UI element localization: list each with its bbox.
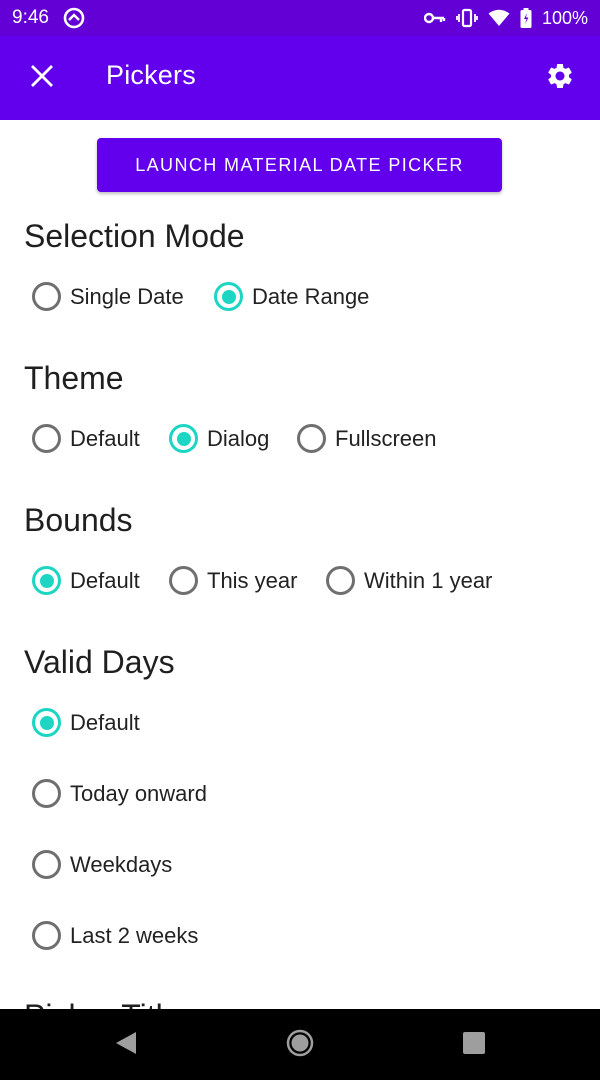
vpn-key-icon xyxy=(423,11,446,25)
radio-label: Last 2 weeks xyxy=(70,922,199,948)
radio-label: Default xyxy=(70,425,140,451)
launch-date-picker-button[interactable]: LAUNCH MATERIAL DATE PICKER xyxy=(97,138,502,192)
radio-bounds-within-1-year[interactable]: Within 1 year xyxy=(326,566,492,595)
radio-bounds-this-year[interactable]: This year xyxy=(169,566,297,595)
section-title-valid-days: Valid Days xyxy=(24,644,175,680)
radio-valid-days-weekdays[interactable]: Weekdays xyxy=(32,850,172,879)
radio-button-checked-icon xyxy=(32,708,61,737)
gear-icon xyxy=(545,61,575,96)
battery-icon xyxy=(520,8,532,28)
radio-button-icon xyxy=(32,779,61,808)
close-icon xyxy=(31,64,53,92)
back-triangle-icon xyxy=(114,1030,138,1061)
radio-label: Default xyxy=(70,709,140,735)
settings-button[interactable] xyxy=(540,58,580,98)
radio-button-icon xyxy=(169,566,198,595)
home-button[interactable] xyxy=(286,1029,314,1062)
page-title: Pickers xyxy=(106,60,196,90)
radio-valid-days-today-onward[interactable]: Today onward xyxy=(32,779,207,808)
radio-label: Fullscreen xyxy=(335,425,437,451)
radio-label: Today onward xyxy=(70,780,207,806)
do-not-disturb-icon xyxy=(63,7,85,29)
radio-valid-days-last-2-weeks[interactable]: Last 2 weeks xyxy=(32,921,198,950)
section-title-theme: Theme xyxy=(24,360,124,396)
battery-percent: 100% xyxy=(541,7,588,28)
radio-label: Default xyxy=(70,567,140,593)
status-bar: 9:46 100% xyxy=(0,0,600,36)
recents-button[interactable] xyxy=(460,1031,488,1059)
radio-theme-dialog[interactable]: Dialog xyxy=(169,424,269,453)
radio-date-range[interactable]: Date Range xyxy=(214,282,369,311)
radio-label: Within 1 year xyxy=(364,567,493,593)
radio-button-checked-icon xyxy=(169,424,198,453)
radio-button-icon xyxy=(32,850,61,879)
section-title-bounds: Bounds xyxy=(24,502,133,538)
radio-label: This year xyxy=(207,567,298,593)
radio-valid-days-default[interactable]: Default xyxy=(32,708,140,737)
radio-single-date[interactable]: Single Date xyxy=(32,282,184,311)
radio-button-icon xyxy=(32,424,61,453)
wifi-icon xyxy=(488,9,510,27)
radio-button-checked-icon xyxy=(214,282,243,311)
status-time: 9:46 xyxy=(12,7,49,28)
recents-square-icon xyxy=(462,1031,486,1060)
back-button[interactable] xyxy=(112,1031,140,1059)
radio-button-icon xyxy=(297,424,326,453)
radio-button-icon xyxy=(32,282,61,311)
radio-label: Single Date xyxy=(70,283,184,309)
system-navigation-bar xyxy=(0,1009,600,1080)
section-title-selection-mode: Selection Mode xyxy=(24,218,245,254)
radio-label: Dialog xyxy=(207,425,270,451)
radio-bounds-default[interactable]: Default xyxy=(32,566,140,595)
radio-button-checked-icon xyxy=(32,566,61,595)
radio-button-icon xyxy=(32,921,61,950)
close-button[interactable] xyxy=(24,60,60,96)
radio-label: Weekdays xyxy=(70,851,173,877)
vibrate-icon xyxy=(456,8,478,28)
radio-theme-fullscreen[interactable]: Fullscreen xyxy=(297,424,436,453)
radio-theme-default[interactable]: Default xyxy=(32,424,140,453)
home-circle-icon xyxy=(286,1029,314,1062)
status-icons: 100% xyxy=(423,7,588,29)
radio-button-icon xyxy=(326,566,355,595)
radio-label: Date Range xyxy=(252,283,370,309)
app-bar: Pickers xyxy=(0,36,600,120)
